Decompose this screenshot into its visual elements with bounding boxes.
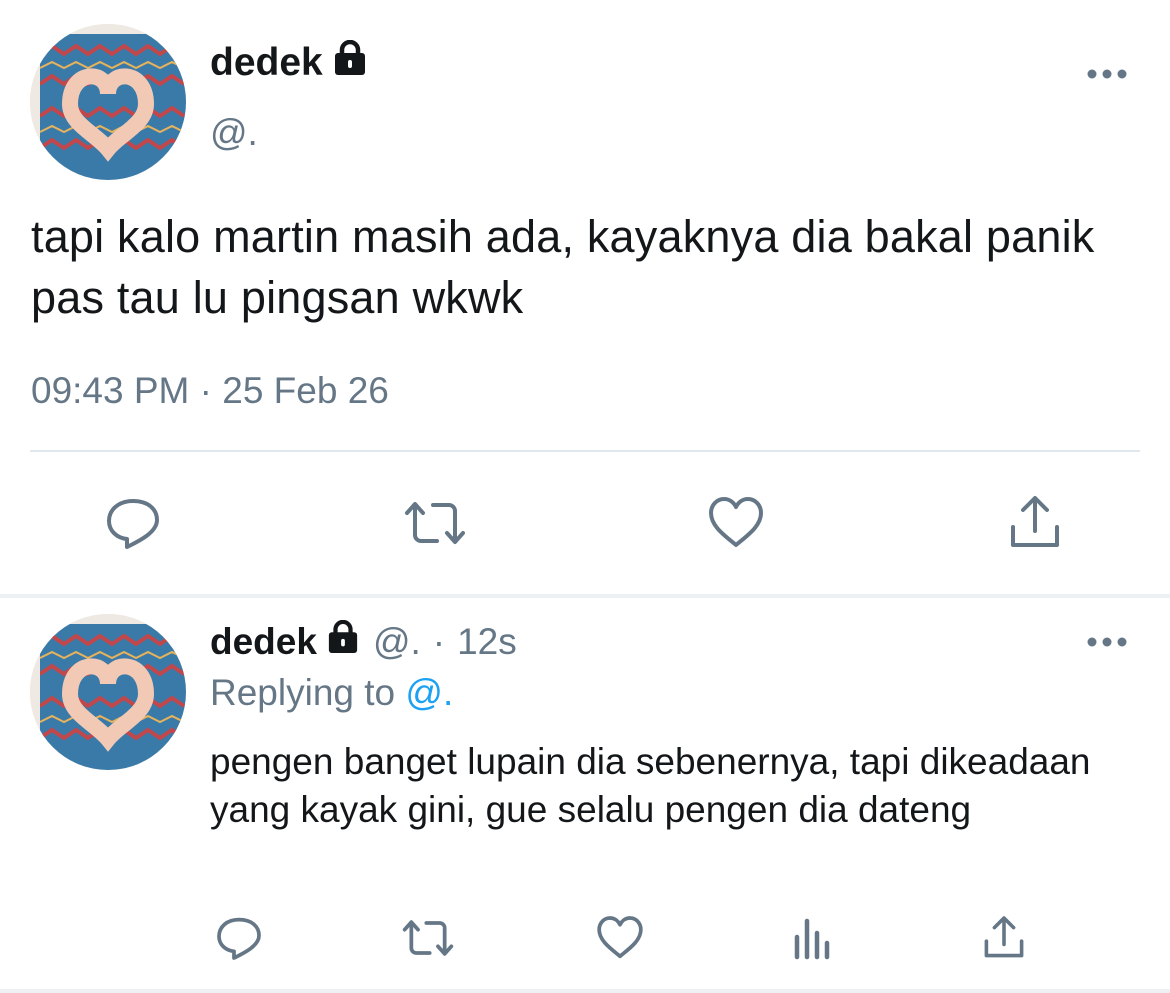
replying-to-label: Replying to	[210, 672, 396, 713]
share-icon	[1005, 493, 1065, 558]
share-button[interactable]	[1002, 492, 1068, 558]
like-button[interactable]	[592, 912, 648, 968]
retweet-icon	[401, 493, 469, 558]
share-icon	[980, 914, 1028, 967]
reply-author-display-name: dedek	[210, 620, 317, 662]
separator-dot: ·	[432, 620, 446, 662]
retweet-icon	[399, 913, 457, 968]
lock-icon	[327, 619, 359, 663]
bottom-divider	[0, 989, 1170, 993]
reply-tweet-avatar[interactable]	[30, 614, 186, 770]
analytics-button[interactable]	[784, 912, 840, 968]
reply-icon	[214, 913, 264, 968]
reply-time-ago[interactable]: 12s	[457, 621, 517, 663]
reply-author-name[interactable]: dedek	[210, 619, 359, 663]
lock-icon	[333, 39, 367, 86]
reply-button[interactable]	[100, 492, 166, 558]
replying-to-mention[interactable]: @.	[405, 672, 453, 713]
share-button[interactable]	[976, 912, 1032, 968]
analytics-icon	[789, 915, 835, 966]
like-icon	[595, 913, 645, 968]
like-icon	[706, 493, 766, 558]
reply-author-handle[interactable]: @.	[373, 621, 421, 663]
reply-button[interactable]	[211, 912, 267, 968]
more-icon[interactable]	[1086, 628, 1128, 656]
main-author-display-name: dedek	[210, 41, 323, 84]
replying-to: Replying to @.	[210, 672, 453, 714]
reply-tweet-text: pengen banget lupain dia sebenernya, tap…	[210, 741, 1091, 830]
main-tweet-text: tapi kalo martin masih ada, kayaknya dia…	[31, 211, 1095, 323]
main-tweet-avatar[interactable]	[30, 24, 186, 180]
section-divider	[0, 594, 1170, 598]
retweet-button[interactable]	[400, 492, 470, 558]
divider	[30, 450, 1140, 452]
retweet-button[interactable]	[398, 912, 458, 968]
reply-icon	[103, 493, 163, 558]
avatar-image	[30, 614, 186, 770]
main-author-handle[interactable]: @.	[210, 112, 258, 154]
main-tweet-timestamp[interactable]: 09:43 PM · 25 Feb 26	[31, 370, 389, 412]
like-button[interactable]	[703, 492, 769, 558]
more-icon[interactable]	[1086, 60, 1128, 88]
reply-author-row: dedek @. · 12s	[210, 619, 517, 663]
main-author-name[interactable]: dedek	[210, 39, 367, 86]
avatar-image	[30, 24, 186, 180]
